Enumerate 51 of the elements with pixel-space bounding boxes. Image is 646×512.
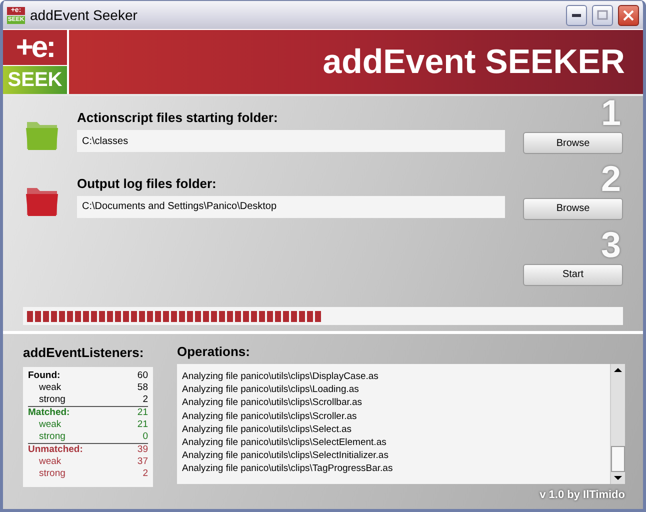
maximize-icon [597,10,608,20]
stat-value: 21 [137,407,148,419]
stat-value: 2 [142,394,148,406]
log-line: Analyzing file panico\utils\clips\SelectElement.as [182,436,388,450]
field-label: Output log files folder: [77,176,218,191]
folder-path-field[interactable]: C:\classes [77,130,505,152]
stat-label: weak [39,382,62,394]
maximize-button[interactable] [592,4,613,26]
close-icon [623,10,634,20]
stat-label: strong [39,431,66,443]
stat-value: 37 [137,456,148,468]
stat-label: strong [39,394,66,406]
step-number: 1 [600,96,621,130]
log-line: Analyzing file panico\utils\clips\Select.as [182,422,353,436]
stat-value: 0 [142,431,148,443]
logo-word: SEEK [3,66,67,94]
stat-value: 39 [137,444,148,456]
stat-label: Found: [28,370,60,382]
stat-label: Matched: [28,407,70,419]
browse-button[interactable]: Browse [523,198,623,220]
scroll-thumb[interactable] [611,446,625,472]
minimize-button[interactable] [566,4,587,26]
stat-label: Unmatched: [28,444,83,456]
section-title: Operations: [177,344,251,359]
scrollbar[interactable] [610,364,625,484]
log-line: Analyzing file panico\utils\clips\TagProgressBar.as [182,462,394,476]
banner-title: addEvent SEEKER [322,42,626,82]
stat-label: strong [39,468,66,480]
stat-value: 21 [137,419,148,431]
log-line: Analyzing file panico\utils\clips\Scrollbar.as [182,396,364,410]
stat-label: weak [39,419,62,431]
log-line: Analyzing file panico\utils\clips\Scroller.as [182,410,358,423]
stat-value: 58 [137,382,148,394]
logo-mark: +e: [3,30,67,66]
folder-path-field[interactable]: C:\Documents and Settings\Panico\Desktop [77,196,505,218]
section-title: addEventListeners: [23,345,144,360]
stat-value: 2 [142,468,148,480]
field-label: Actionscript files starting folder: [77,110,279,125]
browse-button[interactable]: Browse [523,132,623,154]
close-button[interactable] [618,4,639,26]
log-line: Analyzing file panico\utils\clips\SelectInitializer.as [182,449,390,462]
step-number: 3 [600,228,621,262]
start-button[interactable]: Start [523,264,623,286]
minimize-icon [572,14,581,16]
window-title: addEvent Seeker [30,7,138,23]
log-line: Analyzing file panico\utils\clips\DisplayCase.as [182,370,380,384]
version-credit: v 1.0 by IlTimido [540,489,625,501]
step-number: 2 [600,162,621,196]
stat-value: 60 [137,370,148,382]
stat-label: weak [39,456,62,468]
log-line: Analyzing file panico\utils\clips\Loading.as [182,383,360,396]
